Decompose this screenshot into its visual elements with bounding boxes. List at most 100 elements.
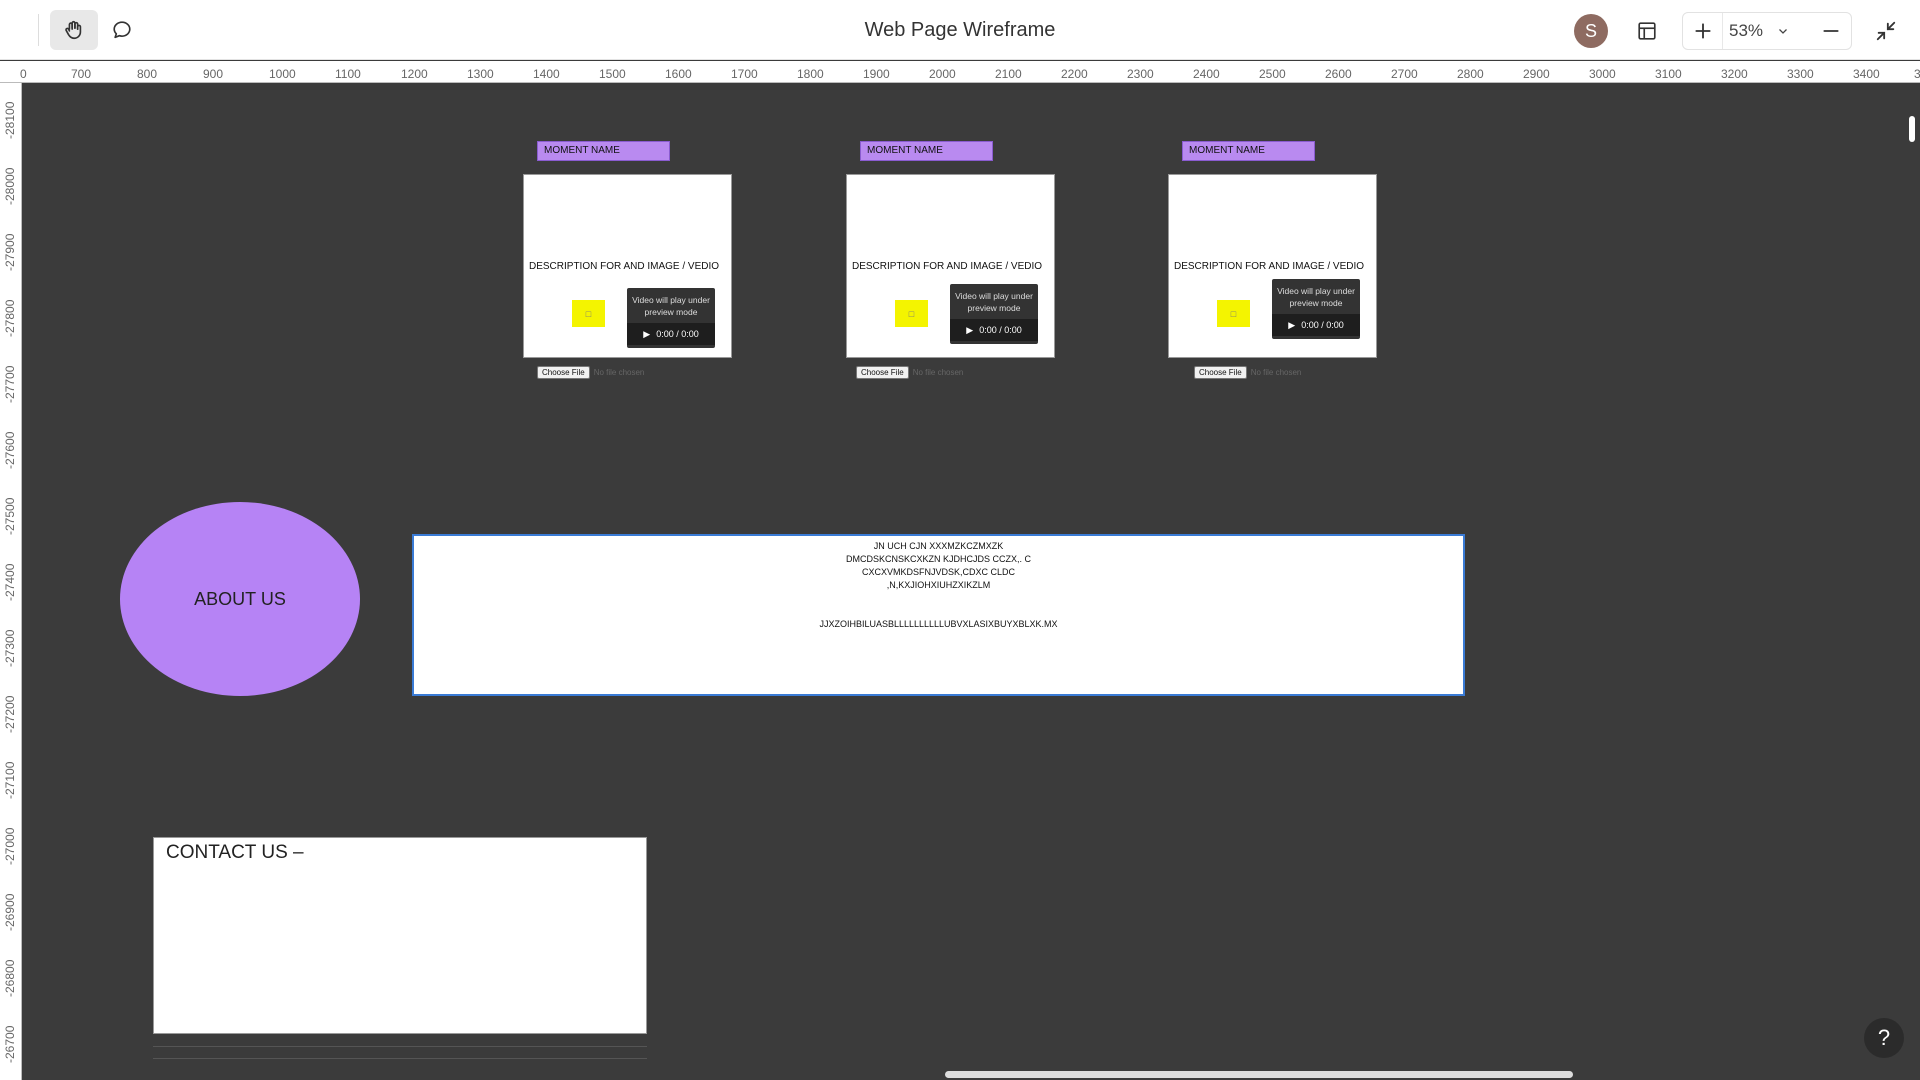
about-footer-line: JJXZOIHBILUASBLLLLLLLLLLUBVXLASIXBUYXBLX…	[819, 619, 1058, 629]
vertical-scrollbar[interactable]	[1909, 116, 1915, 142]
ruler-tick-label: -27100	[3, 761, 17, 799]
user-avatar[interactable]: S	[1574, 14, 1608, 48]
hand-tool-button[interactable]	[50, 10, 98, 50]
play-icon[interactable]: ▶	[1288, 320, 1295, 331]
video-time: 0:00 / 0:00	[656, 329, 699, 339]
help-button[interactable]: ?	[1864, 1018, 1904, 1058]
image-icon: □	[1230, 308, 1237, 319]
hand-icon	[65, 20, 82, 40]
ruler-tick-label: -27500	[3, 497, 17, 535]
design-canvas[interactable]: MOMENT NAME DESCRIPTION FOR AND IMAGE / V…	[23, 84, 1920, 1080]
file-status: No file chosen	[593, 368, 645, 377]
ruler-tick-label: 1700	[731, 67, 758, 81]
moment-name-label[interactable]: MOMENT NAME	[1182, 141, 1315, 161]
ruler-tick-label: 1100	[335, 67, 361, 81]
ruler-tick-label: -27300	[3, 629, 17, 667]
horizontal-scrollbar[interactable]	[945, 1071, 1573, 1078]
horizontal-ruler: 0 700 800 900 1000 1100 1200 1300 1400 1500 1600 17…	[0, 61, 1920, 83]
file-status: No file chosen	[1250, 368, 1302, 377]
ruler-tick-label: -27600	[3, 431, 17, 469]
about-us-shape[interactable]: ABOUT US	[120, 502, 360, 696]
moment-card[interactable]: DESCRIPTION FOR AND IMAGE / VEDIO □ Video …	[846, 174, 1055, 358]
video-player[interactable]: Video will play under preview mode ▶ 0:00 …	[950, 284, 1038, 344]
file-input: Choose File No file chosen	[537, 366, 644, 379]
choose-file-button[interactable]: Choose File	[537, 366, 590, 379]
ruler-tick-label: -27800	[3, 299, 17, 337]
ruler-tick-label: 700	[71, 67, 92, 81]
about-text-line: CXCXVMKDSFNJVDSK,CDXC CLDC	[861, 567, 1016, 577]
zoom-in-button[interactable]	[1683, 13, 1723, 49]
moment-card[interactable]: DESCRIPTION FOR AND IMAGE / VEDIO □ Video …	[523, 174, 732, 358]
ruler-tick-label: 2600	[1325, 67, 1352, 81]
video-time: 0:00 / 0:00	[979, 325, 1022, 335]
moment-description: DESCRIPTION FOR AND IMAGE / VEDIO	[529, 261, 720, 272]
image-placeholder[interactable]: □	[895, 300, 928, 327]
ruler-tick-label: 3	[1914, 67, 1920, 81]
ruler-tick-label: 3300	[1787, 67, 1814, 81]
video-controls: ▶ 0:00 / 0:00	[950, 319, 1038, 341]
play-icon[interactable]: ▶	[966, 325, 973, 336]
top-toolbar: Web Page Wireframe S 53%	[0, 0, 1920, 60]
video-controls: ▶ 0:00 / 0:00	[1272, 314, 1360, 336]
comment-tool-button[interactable]	[98, 10, 146, 50]
chevron-down-icon	[1779, 29, 1787, 34]
ruler-tick-label: 1600	[665, 67, 692, 81]
ruler-tick-label: 3100	[1655, 67, 1682, 81]
video-message: Video will play under preview mode	[1277, 286, 1355, 308]
ruler-tick-label: 1500	[599, 67, 626, 81]
about-text-line: DMCDSKCNSKCXKZN KJDHCJDS CCZX,. C	[845, 554, 1031, 564]
ruler-tick-label: 1300	[467, 67, 494, 81]
video-time: 0:00 / 0:00	[1301, 320, 1344, 330]
play-icon[interactable]: ▶	[643, 329, 650, 340]
ruler-tick-label: -26900	[3, 893, 17, 931]
video-player[interactable]: Video will play under preview mode ▶ 0:00 …	[627, 288, 715, 348]
file-status: No file chosen	[912, 368, 964, 377]
contact-us-title: CONTACT US –	[166, 842, 304, 863]
ruler-tick-label: 1900	[863, 67, 890, 81]
video-message: Video will play under preview mode	[955, 291, 1033, 313]
moment-card[interactable]: DESCRIPTION FOR AND IMAGE / VEDIO □ Video …	[1168, 174, 1377, 358]
contact-us-box[interactable]: CONTACT US –	[153, 837, 647, 1034]
ruler-tick-label: 1200	[401, 67, 428, 81]
about-text-line: JN UCH CJN XXXMZKCZMXZK	[873, 541, 1004, 551]
ruler-tick-label: 0	[20, 67, 27, 81]
file-input: Choose File No file chosen	[1194, 366, 1301, 379]
layout-toggle-button[interactable]	[1627, 14, 1667, 48]
ruler-tick-label: 2300	[1127, 67, 1154, 81]
contact-divider	[153, 1058, 647, 1059]
plus-icon	[1694, 23, 1711, 39]
ruler-tick-label: -26800	[3, 959, 17, 997]
ruler-tick-label: 1800	[797, 67, 824, 81]
image-placeholder[interactable]: □	[1217, 300, 1250, 327]
ruler-tick-label: 900	[203, 67, 224, 81]
ruler-tick-label: 3200	[1721, 67, 1748, 81]
ruler-tick-label: 2500	[1259, 67, 1286, 81]
zoom-dropdown-toggle[interactable]	[1777, 13, 1789, 49]
ruler-tick-label: 3400	[1853, 67, 1880, 81]
moment-description: DESCRIPTION FOR AND IMAGE / VEDIO	[852, 261, 1043, 272]
ruler-tick-label: 2400	[1193, 67, 1220, 81]
ruler-tick-label: 2700	[1391, 67, 1418, 81]
ruler-tick-label: 1400	[533, 67, 560, 81]
contact-divider	[153, 1046, 647, 1047]
file-input: Choose File No file chosen	[856, 366, 963, 379]
ruler-tick-label: 2800	[1457, 67, 1484, 81]
about-text-line: ,N,KXJIOHXIUHZXIKZLM	[886, 580, 991, 590]
ruler-tick-label: -27900	[3, 233, 17, 271]
exit-fullscreen-button[interactable]	[1864, 12, 1908, 50]
ruler-tick-label: 800	[137, 67, 158, 81]
image-placeholder[interactable]: □	[572, 300, 605, 327]
moment-name-label[interactable]: MOMENT NAME	[537, 141, 670, 161]
ruler-tick-label: 2000	[929, 67, 956, 81]
choose-file-button[interactable]: Choose File	[856, 366, 909, 379]
minus-icon	[1823, 30, 1839, 32]
ruler-tick-label: 3000	[1589, 67, 1616, 81]
moment-name-label[interactable]: MOMENT NAME	[860, 141, 993, 161]
choose-file-button[interactable]: Choose File	[1194, 366, 1247, 379]
toolbar-divider	[38, 14, 39, 46]
comment-icon	[113, 21, 131, 39]
zoom-out-button[interactable]	[1810, 12, 1852, 50]
about-us-textbox[interactable]: JN UCH CJN XXXMZKCZMXZK DMCDSKCNSKCXKZN …	[412, 534, 1465, 696]
about-us-title: ABOUT US	[194, 588, 286, 609]
video-player[interactable]: Video will play under preview mode ▶ 0:00 …	[1272, 279, 1360, 339]
